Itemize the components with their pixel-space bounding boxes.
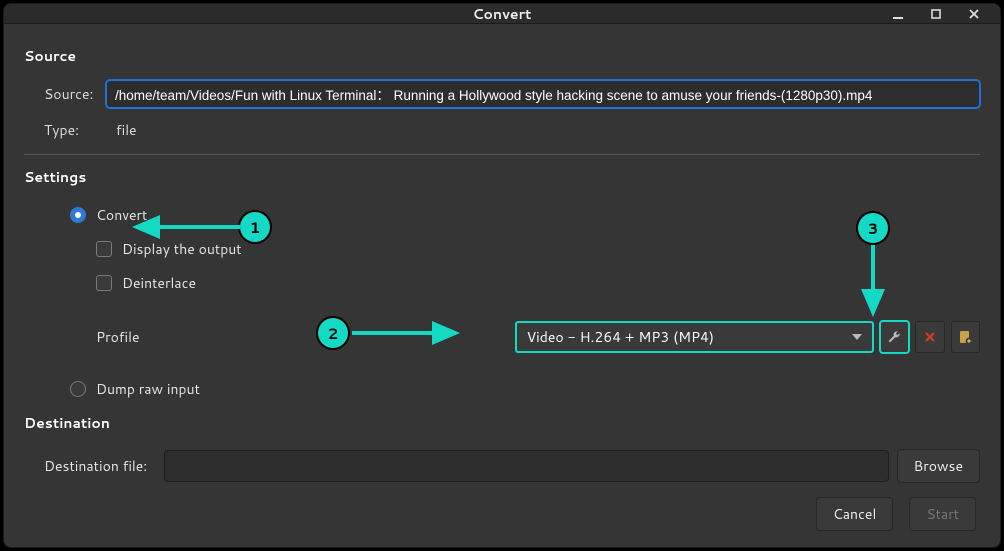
- window-controls: [890, 6, 1000, 22]
- convert-dialog: Convert Source Source: Type: file Settin…: [3, 3, 1001, 548]
- annotation-badge-3: 3: [858, 213, 888, 243]
- source-row: Source:: [24, 80, 980, 108]
- type-value: file: [116, 120, 137, 140]
- close-button[interactable]: [966, 6, 982, 22]
- divider: [24, 154, 980, 155]
- new-profile-button[interactable]: [951, 321, 980, 353]
- minimize-button[interactable]: [890, 6, 906, 22]
- new-profile-icon: [957, 329, 973, 345]
- display-output-row[interactable]: Display the output: [96, 235, 980, 263]
- browse-button[interactable]: Browse: [897, 449, 981, 483]
- dump-raw-radio[interactable]: [70, 381, 86, 397]
- dialog-body: Source Source: Type: file Settings Conve…: [4, 24, 1000, 547]
- profile-row: Profile Video - H.264 + MP3 (MP4): [70, 321, 980, 353]
- delete-icon: [923, 330, 937, 344]
- settings-header: Settings: [24, 167, 980, 187]
- maximize-button[interactable]: [928, 6, 944, 22]
- type-row: Type: file: [24, 120, 980, 140]
- destination-header: Destination: [24, 413, 980, 433]
- deinterlace-row[interactable]: Deinterlace: [96, 269, 980, 297]
- convert-label: Convert: [96, 205, 147, 225]
- titlebar: Convert: [4, 4, 1000, 24]
- cancel-button[interactable]: Cancel: [816, 497, 894, 531]
- delete-profile-button[interactable]: [915, 321, 944, 353]
- chevron-down-icon: [852, 334, 862, 340]
- profile-value: Video - H.264 + MP3 (MP4): [527, 327, 715, 347]
- dump-raw-row[interactable]: Dump raw input: [70, 375, 980, 403]
- deinterlace-label: Deinterlace: [122, 273, 196, 293]
- annotation-badge-1: 1: [240, 212, 270, 242]
- edit-profile-button[interactable]: [880, 321, 909, 353]
- settings-body: Convert Display the output Deinterlace P…: [24, 197, 980, 409]
- display-output-label: Display the output: [122, 239, 242, 259]
- source-header: Source: [24, 46, 980, 66]
- source-input[interactable]: [106, 80, 980, 108]
- type-label: Type:: [44, 120, 106, 140]
- destination-row: Destination file: Browse: [44, 449, 980, 483]
- profile-select[interactable]: Video - H.264 + MP3 (MP4): [515, 321, 874, 353]
- display-output-checkbox[interactable]: [96, 241, 112, 257]
- convert-radio[interactable]: [70, 207, 86, 223]
- wrench-icon: [886, 329, 902, 345]
- convert-radio-row[interactable]: Convert: [70, 201, 980, 229]
- dump-raw-label: Dump raw input: [96, 379, 200, 399]
- dialog-footer: Cancel Start: [24, 483, 980, 537]
- destination-file-label: Destination file:: [44, 456, 164, 476]
- start-button[interactable]: Start: [909, 497, 976, 531]
- profile-label: Profile: [96, 327, 155, 347]
- deinterlace-checkbox[interactable]: [96, 275, 112, 291]
- source-label: Source:: [44, 84, 106, 104]
- window-title: Convert: [4, 4, 1000, 24]
- destination-file-input[interactable]: [164, 450, 889, 482]
- annotation-badge-2: 2: [318, 318, 348, 348]
